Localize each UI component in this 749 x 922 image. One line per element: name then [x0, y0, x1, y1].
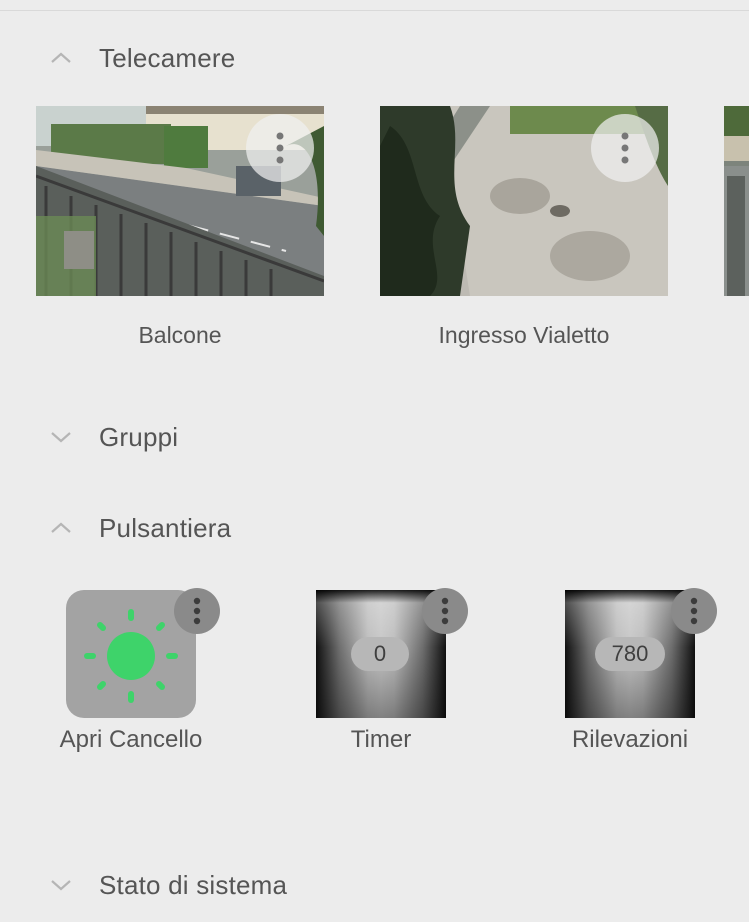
camera-label: Balcone: [138, 322, 222, 348]
tile-menu-button[interactable]: [422, 588, 468, 634]
section-header-groups[interactable]: Gruppi: [48, 417, 178, 457]
chevron-up-icon: [51, 52, 71, 63]
camera-thumbnail-balcone[interactable]: [36, 106, 324, 296]
tile-value: 780: [595, 637, 665, 671]
section-header-cameras[interactable]: Telecamere: [48, 38, 235, 78]
camera-menu-button[interactable]: [246, 114, 314, 182]
button-tile-apri-cancello[interactable]: [66, 588, 220, 718]
chevron-down-icon: [51, 432, 71, 443]
tile-label: Apri Cancello: [59, 726, 203, 753]
chevron-up-icon: [51, 522, 71, 533]
section-title: Stato di sistema: [99, 869, 288, 900]
camera-menu-button[interactable]: [591, 114, 659, 182]
camera-label: Ingresso Vialetto: [438, 322, 610, 348]
more-vertical-icon: [276, 132, 284, 164]
chevron-down-icon: [51, 880, 71, 891]
camera-thumbnail-ingresso-vialetto[interactable]: [380, 106, 668, 296]
section-title: Telecamere: [99, 42, 236, 73]
tile-label: Rilevazioni: [571, 726, 689, 753]
tile-value: 0: [351, 637, 409, 671]
button-tile-rilevazioni[interactable]: 780: [565, 588, 717, 718]
section-header-system-status[interactable]: Stato di sistema: [48, 865, 287, 905]
top-divider: [0, 10, 749, 11]
tile-label: Timer: [350, 726, 412, 753]
more-vertical-icon: [193, 597, 201, 625]
tile-menu-button[interactable]: [671, 588, 717, 634]
camera-thumbnail-partial[interactable]: [724, 106, 749, 296]
more-vertical-icon: [690, 597, 698, 625]
tile-menu-button[interactable]: [174, 588, 220, 634]
section-header-buttons[interactable]: Pulsantiera: [48, 508, 231, 548]
section-title: Gruppi: [99, 421, 179, 452]
more-vertical-icon: [621, 132, 629, 164]
button-tile-timer[interactable]: 0: [316, 588, 468, 718]
sun-icon: [84, 609, 178, 703]
section-title: Pulsantiera: [99, 512, 232, 543]
more-vertical-icon: [441, 597, 449, 625]
